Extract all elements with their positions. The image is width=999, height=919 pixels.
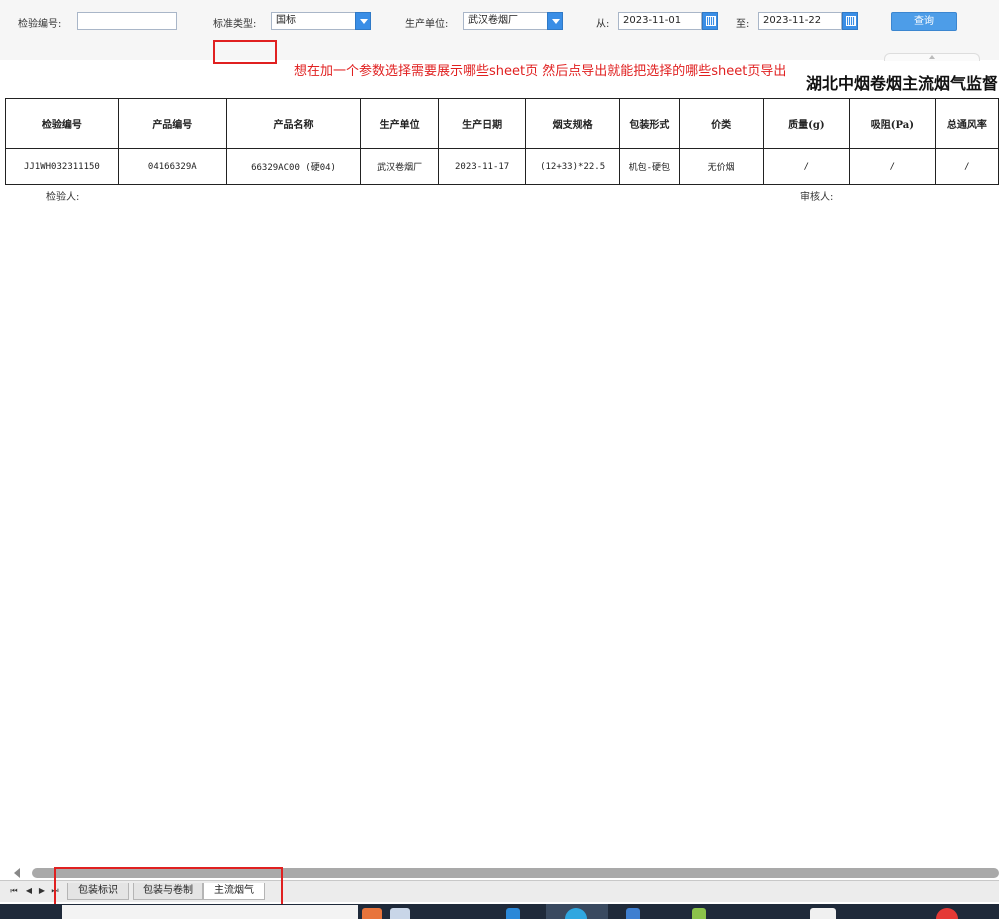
taskbar-search-box[interactable] — [62, 905, 358, 919]
standard-type-label: 标准类型: — [213, 19, 257, 30]
column-header: 质量(g) — [762, 98, 851, 149]
column-header: 吸阻(Pa) — [849, 98, 936, 149]
prev-sheet-icon[interactable]: ◀ — [24, 886, 34, 896]
table-cell: JJ1WH032311150 — [5, 148, 119, 185]
table-cell: 04166329A — [117, 148, 227, 185]
to-date-label: 至: — [736, 19, 750, 30]
next-sheet-icon[interactable]: ▶ — [37, 886, 47, 896]
annotation-note: 想在加一个参数选择需要展示哪些sheet页 然后点导出就能把选择的哪些sheet… — [294, 64, 787, 79]
table-cell: (12+33)*22.5 — [525, 148, 621, 185]
first-sheet-icon[interactable]: ⏮ — [9, 886, 19, 896]
table-cell: 机包-硬包 — [619, 148, 680, 185]
app-taskbar-icon[interactable] — [936, 908, 958, 919]
inspector-label: 检验人: — [46, 192, 80, 203]
collapse-handle[interactable] — [884, 53, 980, 61]
column-header: 生产单位 — [360, 98, 440, 149]
table-cell: / — [934, 148, 999, 185]
column-header: 产品编号 — [117, 98, 227, 149]
annotation-box-new-param — [213, 40, 277, 64]
inspection-no-input[interactable] — [77, 12, 177, 30]
to-calendar-icon[interactable] — [842, 12, 858, 30]
column-header: 价类 — [678, 98, 764, 149]
app-taskbar-icon[interactable] — [692, 908, 706, 919]
column-header: 生产日期 — [438, 98, 527, 149]
report-table: 检验编号 产品编号 产品名称 生产单位 生产日期 烟支规格 包装形式 价类 质量… — [5, 98, 999, 185]
table-row: JJ1WH032311150 04166329A 66329AC00 (硬04)… — [5, 148, 999, 185]
report-title: 湖北中烟卷烟主流烟气监督 — [806, 74, 999, 93]
producer-label: 生产单位: — [405, 19, 449, 30]
table-cell: / — [849, 148, 936, 185]
app-taskbar-icon[interactable] — [626, 908, 640, 919]
column-header: 烟支规格 — [525, 98, 621, 149]
from-date-label: 从: — [596, 19, 610, 30]
from-calendar-icon[interactable] — [702, 12, 718, 30]
standard-type-select[interactable]: 国标 — [271, 12, 356, 30]
from-date-input[interactable]: 2023-11-01 — [618, 12, 702, 30]
table-cell: 无价烟 — [678, 148, 764, 185]
column-header: 产品名称 — [225, 98, 362, 149]
standard-type-dropdown-icon[interactable] — [355, 12, 371, 30]
column-header: 总通风率 — [934, 98, 999, 149]
query-toolbar: 检验编号: 标准类型: 国标 生产单位: 武汉卷烟厂 从: 2023-11-01… — [0, 0, 999, 60]
query-button[interactable]: 查询 — [891, 12, 957, 31]
inspection-no-label: 检验编号: — [18, 19, 62, 30]
table-header-row: 检验编号 产品编号 产品名称 生产单位 生产日期 烟支规格 包装形式 价类 质量… — [5, 98, 999, 149]
producer-dropdown-icon[interactable] — [547, 12, 563, 30]
app-taskbar-icon[interactable] — [506, 908, 520, 919]
table-cell: / — [762, 148, 851, 185]
os-taskbar — [0, 904, 999, 919]
reviewer-label: 审核人: — [800, 192, 834, 203]
column-header: 包装形式 — [619, 98, 680, 149]
producer-select[interactable]: 武汉卷烟厂 — [463, 12, 548, 30]
to-date-input[interactable]: 2023-11-22 — [758, 12, 842, 30]
table-cell: 2023-11-17 — [438, 148, 527, 185]
scroll-left-icon[interactable] — [14, 868, 20, 878]
column-header: 检验编号 — [5, 98, 119, 149]
app-taskbar-icon[interactable] — [390, 908, 410, 919]
table-cell: 66329AC00 (硬04) — [225, 148, 362, 185]
app-taskbar-icon[interactable] — [810, 908, 836, 919]
app-taskbar-icon[interactable] — [362, 908, 382, 919]
table-cell: 武汉卷烟厂 — [360, 148, 440, 185]
